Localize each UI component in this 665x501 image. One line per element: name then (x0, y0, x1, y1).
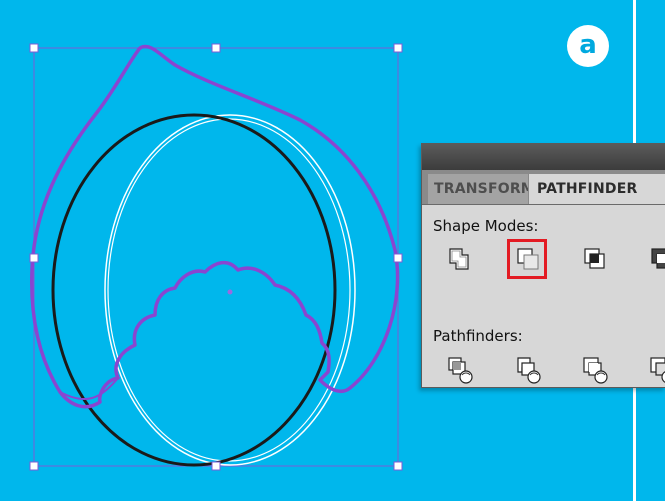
divide-icon[interactable] (442, 352, 476, 386)
selection-handle-top-right[interactable] (393, 43, 403, 53)
merge-icon[interactable] (577, 352, 611, 386)
panel-titlebar[interactable] (422, 144, 665, 170)
shape-modes-label: Shape Modes: (433, 217, 539, 235)
tab-transform[interactable]: TRANSFORM (428, 174, 528, 204)
unite-icon[interactable] (442, 242, 476, 276)
tab-pathfinder[interactable]: PATHFINDER (529, 174, 665, 204)
selection-bounding-box[interactable] (33, 47, 399, 467)
selection-handle-top-middle[interactable] (211, 43, 221, 53)
selection-center-point (227, 289, 233, 295)
exclude-icon[interactable] (644, 242, 665, 276)
selection-handle-bottom-left[interactable] (29, 461, 39, 471)
selection-handle-top-left[interactable] (29, 43, 39, 53)
purple-teardrop-path[interactable] (29, 44, 400, 409)
intersect-icon[interactable] (577, 242, 611, 276)
pathfinders-label: Pathfinders: (433, 327, 523, 345)
selection-handle-bottom-right[interactable] (393, 461, 403, 471)
step-badge: a (567, 25, 609, 67)
black-ellipse-path[interactable] (51, 113, 337, 467)
pathfinder-panel: TRANSFORM PATHFINDER Shape Modes: Pathfi… (421, 143, 665, 388)
crop-icon[interactable] (644, 352, 665, 386)
trim-icon[interactable] (510, 352, 544, 386)
selection-handle-middle-left[interactable] (29, 253, 39, 263)
panel-tab-row: TRANSFORM PATHFINDER (422, 170, 665, 205)
minus-front-icon[interactable] (510, 242, 544, 276)
selection-handle-bottom-middle[interactable] (211, 461, 221, 471)
selection-handle-middle-right[interactable] (393, 253, 403, 263)
